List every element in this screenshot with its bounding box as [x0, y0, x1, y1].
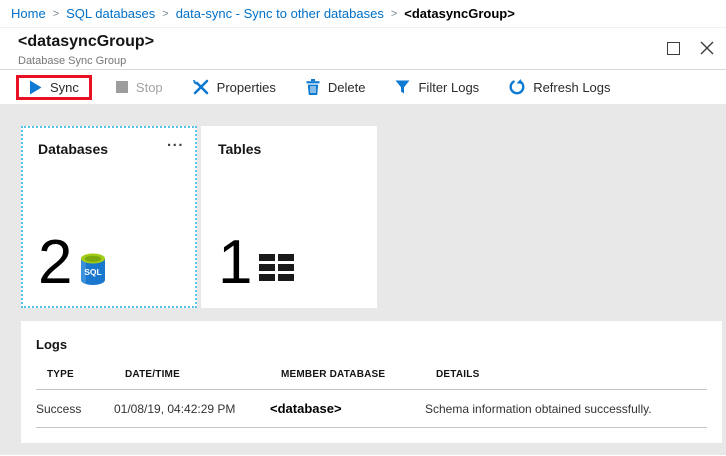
logs-table-header: TYPE DATE/TIME MEMBER DATABASE DETAILS	[36, 369, 707, 390]
databases-count: 2	[38, 238, 72, 288]
filter-logs-button[interactable]: Filter Logs	[385, 75, 489, 100]
databases-tile[interactable]: Databases ... 2 SQL	[21, 126, 197, 308]
tile-context-menu-icon[interactable]: ...	[167, 132, 184, 152]
breadcrumb-sql-databases[interactable]: SQL databases	[66, 6, 155, 21]
page-subtitle: Database Sync Group	[18, 55, 726, 67]
breadcrumb-data-sync[interactable]: data-sync - Sync to other databases	[176, 6, 384, 21]
window-controls	[664, 39, 716, 57]
column-header-datetime: DATE/TIME	[125, 369, 281, 380]
tools-icon	[193, 79, 209, 95]
trash-icon	[306, 79, 320, 95]
play-icon	[29, 80, 42, 95]
log-type: Success	[36, 402, 114, 416]
filter-icon	[395, 80, 410, 94]
breadcrumb-separator: >	[53, 8, 59, 20]
breadcrumb-separator: >	[391, 8, 397, 20]
properties-button-label: Properties	[217, 80, 276, 95]
maximize-icon	[667, 42, 680, 55]
tables-tile-title: Tables	[218, 141, 360, 157]
databases-count-row: 2 SQL	[38, 238, 107, 288]
log-member-database: <database>	[270, 401, 425, 416]
column-header-type: TYPE	[47, 369, 125, 380]
log-row[interactable]: Success 01/08/19, 04:42:29 PM <database>…	[36, 390, 707, 428]
sync-button[interactable]: Sync	[16, 75, 92, 100]
column-header-details: DETAILS	[436, 369, 707, 380]
tables-count: 1	[218, 238, 252, 288]
close-button[interactable]	[698, 39, 716, 57]
databases-tile-title: Databases	[38, 141, 180, 157]
log-details: Schema information obtained successfully…	[425, 402, 707, 416]
filter-logs-button-label: Filter Logs	[418, 80, 479, 95]
maximize-button[interactable]	[664, 39, 682, 57]
logs-panel: Logs TYPE DATE/TIME MEMBER DATABASE DETA…	[21, 321, 722, 443]
sync-button-label: Sync	[50, 80, 79, 95]
refresh-icon	[509, 79, 525, 95]
delete-button[interactable]: Delete	[296, 74, 376, 100]
blade-content: Databases ... 2 SQL Tables 1	[0, 104, 726, 455]
breadcrumb-current: <datasyncGroup>	[404, 6, 515, 21]
svg-text:SQL: SQL	[85, 267, 102, 277]
stop-icon	[116, 81, 128, 93]
breadcrumb-separator: >	[162, 8, 168, 20]
table-rows-icon	[259, 254, 294, 281]
log-datetime: 01/08/19, 04:42:29 PM	[114, 402, 270, 416]
refresh-logs-button-label: Refresh Logs	[533, 80, 610, 95]
close-icon	[700, 41, 714, 55]
delete-button-label: Delete	[328, 80, 366, 95]
sql-database-icon: SQL	[79, 253, 107, 286]
datasync-group-blade: Home > SQL databases > data-sync - Sync …	[0, 0, 726, 455]
stop-button-label: Stop	[136, 80, 163, 95]
properties-button[interactable]: Properties	[183, 74, 286, 100]
tables-count-row: 1	[218, 238, 294, 288]
command-bar: Sync Stop Properties Delete	[0, 70, 726, 104]
breadcrumb: Home > SQL databases > data-sync - Sync …	[0, 0, 726, 28]
refresh-logs-button[interactable]: Refresh Logs	[499, 74, 620, 100]
column-header-member-database: MEMBER DATABASE	[281, 369, 436, 380]
stop-button[interactable]: Stop	[106, 75, 173, 100]
blade-header: <datasyncGroup> Database Sync Group	[0, 28, 726, 70]
tables-tile[interactable]: Tables 1	[201, 126, 377, 308]
summary-tiles: Databases ... 2 SQL Tables 1	[21, 126, 726, 308]
logs-title: Logs	[36, 337, 707, 352]
page-title: <datasyncGroup>	[18, 32, 726, 52]
breadcrumb-home[interactable]: Home	[11, 6, 46, 21]
